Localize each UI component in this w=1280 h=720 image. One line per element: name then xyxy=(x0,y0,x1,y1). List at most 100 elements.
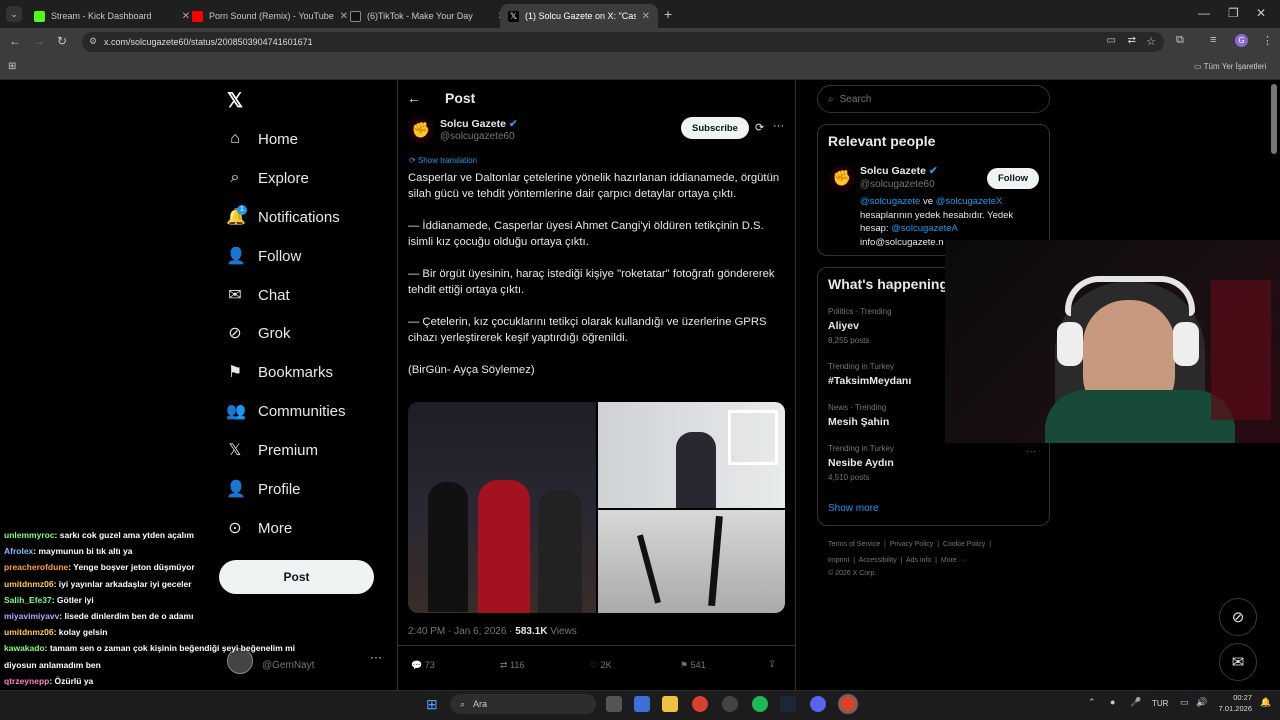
notifications-tray-icon[interactable]: 🔔 xyxy=(1260,697,1271,708)
back-icon[interactable]: ← xyxy=(9,34,21,48)
media-photo-window[interactable] xyxy=(598,402,785,508)
translate-icon[interactable]: ⇄ xyxy=(1128,35,1136,46)
apps-icon[interactable]: ⊞ xyxy=(8,61,16,72)
new-tab-button[interactable]: + xyxy=(664,6,672,22)
clock-time[interactable]: 00:27 xyxy=(1222,693,1252,702)
network-icon[interactable]: ▭ xyxy=(1180,697,1189,708)
post-button[interactable]: Post xyxy=(219,560,374,594)
person-name[interactable]: Solcu Gazete ✔ xyxy=(860,165,938,177)
volume-icon[interactable]: 🔊 xyxy=(1196,697,1207,708)
maximize-button[interactable]: ❐ xyxy=(1228,6,1239,20)
grok-icon[interactable]: ⟳ xyxy=(755,121,764,134)
account-more-icon[interactable]: ··· xyxy=(370,650,382,664)
discord-icon[interactable] xyxy=(810,696,826,712)
windows-start-icon[interactable]: ⊞ xyxy=(426,696,438,713)
x-logo-icon[interactable]: 𝕏 xyxy=(227,88,243,113)
bookmarks-folder[interactable]: ▭ Tüm Yer İşaretleri xyxy=(1194,62,1266,71)
more-icon[interactable]: ··· xyxy=(773,120,784,132)
store-icon[interactable] xyxy=(634,696,650,712)
clock-date[interactable]: 7.01.2026 xyxy=(1214,704,1252,713)
share-icon[interactable]: ⇪ xyxy=(768,659,776,670)
author-name[interactable]: Solcu Gazete ✔ xyxy=(440,118,518,130)
bio-mention[interactable]: @solcugazeteX xyxy=(936,196,1003,207)
footer-link[interactable]: Privacy Policy xyxy=(890,541,934,548)
star-icon[interactable]: ☆ xyxy=(1146,35,1156,48)
explorer-icon[interactable] xyxy=(662,696,678,712)
footer-link[interactable]: More ··· xyxy=(941,557,966,564)
taskbar-search[interactable]: ⌕ Ara xyxy=(450,694,596,714)
like-button[interactable]: ♡ 2K xyxy=(590,660,612,671)
trend-item[interactable]: Aliyev xyxy=(828,320,859,332)
tab-tiktok[interactable]: (6)TikTok - Make Your Day ✕ xyxy=(342,4,514,28)
tray-chevron-icon[interactable]: ⌃ xyxy=(1088,697,1096,708)
tab-search-button[interactable]: ⌄ xyxy=(6,6,22,22)
tab-title: Stream - Kick Dashboard xyxy=(51,11,152,21)
sidebar-item-profile[interactable]: 👤 Profile xyxy=(226,474,301,504)
chrome-active-icon[interactable] xyxy=(838,694,858,714)
address-bar[interactable]: ⚙ x.com/solcugazete60/status/20085039047… xyxy=(82,32,1164,52)
footer-link[interactable]: Ads info xyxy=(906,557,931,564)
forward-icon[interactable]: → xyxy=(33,34,45,48)
sidebar-item-home[interactable]: ⌂ Home xyxy=(226,124,298,154)
tab-x[interactable]: 𝕏 (1) Solcu Gazete on X: "Casperla ✕ xyxy=(500,4,658,28)
sidebar-item-follow[interactable]: 👤 Follow xyxy=(226,241,301,271)
tab-kick[interactable]: Stream - Kick Dashboard ✕ xyxy=(26,4,198,28)
grok-fab[interactable]: ⊘ xyxy=(1219,598,1257,636)
trend-item[interactable]: Mesih Şahin xyxy=(828,416,889,428)
profile-avatar[interactable]: G xyxy=(1235,34,1248,47)
task-view-icon[interactable] xyxy=(606,696,622,712)
bio-mention[interactable]: @solcugazete xyxy=(860,196,920,207)
messages-fab[interactable]: ✉ xyxy=(1219,643,1257,681)
site-info-icon[interactable]: ⚙ xyxy=(89,36,97,47)
show-translation-link[interactable]: ⟳ Show translation xyxy=(409,156,477,165)
scrollbar-thumb[interactable] xyxy=(1271,84,1277,154)
footer-link[interactable]: Imprint xyxy=(828,557,849,564)
spotify-icon[interactable] xyxy=(752,696,768,712)
post-meta: 2:40 PM · Jan 6, 2026 · 583.1K Views xyxy=(408,626,577,637)
steam-icon[interactable] xyxy=(780,696,796,712)
footer-link[interactable]: Cookie Policy xyxy=(943,541,985,548)
sidebar-item-communities[interactable]: 👥 Communities xyxy=(226,396,346,426)
follow-button[interactable]: Follow xyxy=(987,168,1039,189)
menu-icon[interactable]: ⋮ xyxy=(1262,34,1273,47)
microphone-icon[interactable]: 🎤 xyxy=(1130,697,1141,708)
sidebar-item-chat[interactable]: ✉ Chat xyxy=(226,280,289,310)
trend-more-icon[interactable]: ··· xyxy=(1026,446,1036,457)
trend-meta: News · Trending xyxy=(828,403,887,412)
footer-link[interactable]: Terms of Service xyxy=(828,541,880,548)
bio-mention[interactable]: @solcugazeteA xyxy=(891,223,958,234)
close-icon[interactable]: ✕ xyxy=(642,11,650,22)
reply-button[interactable]: 💬 73 xyxy=(411,660,435,671)
author-avatar[interactable]: ✊ xyxy=(408,117,434,143)
person-avatar[interactable]: ✊ xyxy=(829,165,855,191)
sidebar-item-more[interactable]: ⊙ More xyxy=(226,513,292,543)
tab-youtube[interactable]: Porn Sound (Remix) - YouTube ✕ xyxy=(184,4,356,28)
trend-item[interactable]: #TaksimMeydanı xyxy=(828,375,911,387)
reload-icon[interactable]: ↻ xyxy=(57,34,67,48)
sidebar-item-bookmarks[interactable]: ⚑ Bookmarks xyxy=(226,357,333,387)
extensions-icon[interactable]: ⧉ xyxy=(1176,34,1184,47)
bookmark-button[interactable]: ⚑ 541 xyxy=(680,660,706,671)
sidebar-item-label: Bookmarks xyxy=(258,363,334,381)
close-window-button[interactable]: ✕ xyxy=(1256,6,1266,20)
sidebar-item-premium[interactable]: 𝕏 Premium xyxy=(226,435,318,465)
sidebar-item-label: Follow xyxy=(258,247,302,265)
subscribe-button[interactable]: Subscribe xyxy=(681,117,749,139)
footer-link[interactable]: Accessibility xyxy=(859,557,897,564)
install-icon[interactable]: ▭ xyxy=(1107,35,1116,46)
media-photo-group[interactable] xyxy=(408,402,596,613)
show-more-link[interactable]: Show more xyxy=(828,503,879,514)
media-icon[interactable]: ≡ xyxy=(1210,34,1216,46)
trend-item[interactable]: Nesibe Aydın xyxy=(828,457,894,469)
tray-app-icon[interactable]: ● xyxy=(1110,697,1115,707)
back-arrow-icon[interactable]: ← xyxy=(407,90,421,106)
sidebar-item-grok[interactable]: ⊘ Grok xyxy=(226,318,290,348)
sidebar-item-explore[interactable]: ⌕ Explore xyxy=(226,163,309,193)
minimize-button[interactable]: — xyxy=(1198,6,1210,20)
media-photo-rifles[interactable] xyxy=(598,510,785,613)
language-indicator[interactable]: TUR xyxy=(1152,699,1168,708)
repost-button[interactable]: ⇄ 116 xyxy=(500,660,524,671)
search-input[interactable]: ⌕ Search xyxy=(817,85,1050,113)
obs-icon[interactable] xyxy=(722,696,738,712)
chrome-icon[interactable] xyxy=(692,696,708,712)
